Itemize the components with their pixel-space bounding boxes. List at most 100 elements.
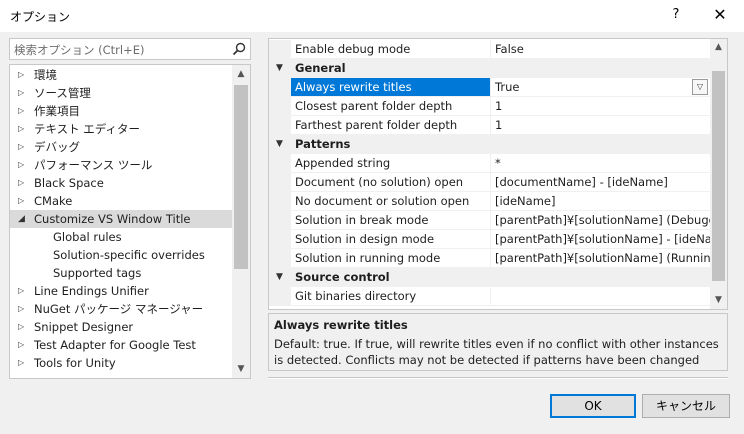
row-margin bbox=[269, 192, 291, 211]
tree-item-label: ソース管理 bbox=[34, 86, 91, 100]
tree-item-label: Tools for Unity bbox=[34, 356, 116, 370]
scroll-up-icon[interactable]: ▲ bbox=[232, 65, 250, 83]
category-row[interactable]: ▼ General bbox=[269, 59, 711, 78]
tree-child-item[interactable]: Global rules bbox=[10, 228, 232, 246]
close-button[interactable]: ✕ bbox=[708, 5, 732, 25]
property-row[interactable]: Appended string * bbox=[269, 154, 711, 173]
category-row[interactable]: ▼ Source control bbox=[269, 268, 711, 287]
collapsed-arrow-icon[interactable]: ▷ bbox=[18, 336, 24, 354]
dropdown-chevron-icon[interactable]: ▽ bbox=[692, 79, 708, 95]
property-name: Document (no solution) open bbox=[291, 173, 491, 192]
tree-item[interactable]: ▷ CMake bbox=[10, 192, 232, 210]
tree-scrollbar[interactable]: ▲ ▼ bbox=[232, 65, 250, 378]
tree-item[interactable]: ▷ Black Space bbox=[10, 174, 232, 192]
search-input[interactable]: 検索オプション (Ctrl+E) bbox=[14, 42, 145, 58]
tree-child-item[interactable]: Solution-specific overrides bbox=[10, 246, 232, 264]
description-title: Always rewrite titles bbox=[274, 318, 408, 332]
collapsed-arrow-icon[interactable]: ▷ bbox=[18, 192, 24, 210]
property-name: Solution in running mode bbox=[291, 249, 491, 268]
row-margin bbox=[269, 78, 291, 97]
collapsed-arrow-icon[interactable]: ▷ bbox=[18, 138, 24, 156]
row-margin bbox=[269, 287, 291, 306]
category-name: Source control bbox=[291, 268, 491, 287]
property-row[interactable]: Closest parent folder depth 1 bbox=[269, 97, 711, 116]
tree-item[interactable]: ▷ Snippet Designer bbox=[10, 318, 232, 336]
property-value[interactable]: 1 bbox=[491, 97, 711, 116]
tree-item[interactable]: ▷ ソース管理 bbox=[10, 84, 232, 102]
property-value[interactable]: False bbox=[491, 40, 711, 59]
collapse-chevron-icon[interactable]: ▼ bbox=[276, 268, 283, 287]
tree-child-item[interactable]: Supported tags bbox=[10, 264, 232, 282]
property-row[interactable]: Farthest parent folder depth 1 bbox=[269, 116, 711, 135]
property-value[interactable]: * bbox=[491, 154, 711, 173]
scroll-down-icon[interactable]: ▼ bbox=[232, 360, 250, 378]
property-name: Closest parent folder depth bbox=[291, 97, 491, 116]
property-row[interactable]: No document or solution open [ideName] bbox=[269, 192, 711, 211]
ok-button[interactable]: OK bbox=[550, 394, 636, 418]
row-margin bbox=[269, 154, 291, 173]
property-row[interactable]: Git binaries directory bbox=[269, 287, 711, 306]
tree-item[interactable]: ▷ デバッグ bbox=[10, 138, 232, 156]
tree-item-label: Customize VS Window Title bbox=[34, 212, 191, 226]
collapsed-arrow-icon[interactable]: ▷ bbox=[18, 300, 24, 318]
collapsed-arrow-icon[interactable]: ▷ bbox=[18, 174, 24, 192]
property-value[interactable]: [ideName] bbox=[491, 192, 711, 211]
property-value[interactable]: [parentPath]¥[solutionName] (Running) - … bbox=[491, 249, 711, 268]
category-row[interactable]: ▼ Patterns bbox=[269, 135, 711, 154]
collapsed-arrow-icon[interactable]: ▷ bbox=[18, 66, 24, 84]
grid-scrollbar[interactable]: ▲ ▼ bbox=[710, 39, 727, 309]
property-row[interactable]: Always rewrite titles True ▽ bbox=[269, 78, 711, 97]
scroll-down-icon[interactable]: ▼ bbox=[710, 292, 727, 309]
property-value[interactable] bbox=[491, 287, 711, 306]
property-grid[interactable]: Enable debug mode False ▼ General Always rew… bbox=[268, 38, 728, 310]
property-row[interactable]: Document (no solution) open [documentName… bbox=[269, 173, 711, 192]
row-margin bbox=[269, 40, 291, 59]
tree-item[interactable]: ▷ Line Endings Unifier bbox=[10, 282, 232, 300]
property-row[interactable]: Solution in running mode [parentPath]¥[so… bbox=[269, 249, 711, 268]
collapsed-arrow-icon[interactable]: ▷ bbox=[18, 84, 24, 102]
category-name: Patterns bbox=[291, 135, 491, 154]
row-margin bbox=[269, 173, 291, 192]
tree-item[interactable]: ▷ NuGet パッケージ マネージャー bbox=[10, 300, 232, 318]
row-margin bbox=[269, 230, 291, 249]
scroll-up-icon[interactable]: ▲ bbox=[710, 39, 727, 56]
tree-item[interactable]: ▷ テキスト エディター bbox=[10, 120, 232, 138]
tree-item[interactable]: ▷ パフォーマンス ツール bbox=[10, 156, 232, 174]
expanded-arrow-icon[interactable]: ◢ bbox=[18, 210, 25, 228]
tree-item[interactable]: ▷ 環境 bbox=[10, 66, 232, 84]
property-value[interactable]: True bbox=[491, 78, 711, 97]
tree-item[interactable]: ▷ Test Adapter for Google Test bbox=[10, 336, 232, 354]
tree-item[interactable]: ▷ Tools for Unity bbox=[10, 354, 232, 372]
collapsed-arrow-icon[interactable]: ▷ bbox=[18, 354, 24, 372]
collapse-chevron-icon[interactable]: ▼ bbox=[276, 59, 283, 78]
property-value[interactable]: [parentPath]¥[solutionName] (Debugging) bbox=[491, 211, 711, 230]
property-row[interactable]: Solution in break mode [parentPath]¥[solu… bbox=[269, 211, 711, 230]
property-row[interactable]: Enable debug mode False bbox=[269, 40, 711, 59]
tree-item-label: CMake bbox=[34, 194, 73, 208]
property-row[interactable]: Solution in design mode [parentPath]¥[sol… bbox=[269, 230, 711, 249]
collapsed-arrow-icon[interactable]: ▷ bbox=[18, 282, 24, 300]
property-value[interactable]: [parentPath]¥[solutionName] - [ideName] bbox=[491, 230, 711, 249]
tree-item-label: Line Endings Unifier bbox=[34, 284, 149, 298]
collapsed-arrow-icon[interactable]: ▷ bbox=[18, 102, 24, 120]
options-tree[interactable]: ▷ 環境 ▷ ソース管理 ▷ 作業項目 ▷ テキスト エディター ▷ デバッグ ▷ パフォーマンス ツ… bbox=[9, 64, 251, 379]
tree-item-label: Solution-specific overrides bbox=[53, 248, 205, 262]
search-icon[interactable] bbox=[232, 42, 246, 56]
collapsed-arrow-icon[interactable]: ▷ bbox=[18, 120, 24, 138]
search-box[interactable]: 検索オプション (Ctrl+E) bbox=[9, 38, 251, 60]
help-button[interactable]: ? bbox=[666, 5, 686, 25]
scroll-thumb[interactable] bbox=[234, 85, 248, 269]
description-text: Default: true. If true, will rewrite tit… bbox=[274, 337, 719, 370]
category-name: General bbox=[291, 59, 491, 78]
collapsed-arrow-icon[interactable]: ▷ bbox=[18, 318, 24, 336]
tree-item[interactable]: ◢ Customize VS Window Title bbox=[10, 210, 232, 228]
property-value[interactable]: 1 bbox=[491, 116, 711, 135]
cancel-button[interactable]: キャンセル bbox=[642, 394, 730, 418]
tree-item[interactable]: ▷ 作業項目 bbox=[10, 102, 232, 120]
property-value[interactable]: [documentName] - [ideName] bbox=[491, 173, 711, 192]
property-name: Git binaries directory bbox=[291, 287, 491, 306]
scroll-thumb[interactable] bbox=[712, 71, 725, 281]
collapsed-arrow-icon[interactable]: ▷ bbox=[18, 156, 24, 174]
collapse-chevron-icon[interactable]: ▼ bbox=[276, 135, 283, 154]
tree-item-label: Supported tags bbox=[53, 266, 142, 280]
